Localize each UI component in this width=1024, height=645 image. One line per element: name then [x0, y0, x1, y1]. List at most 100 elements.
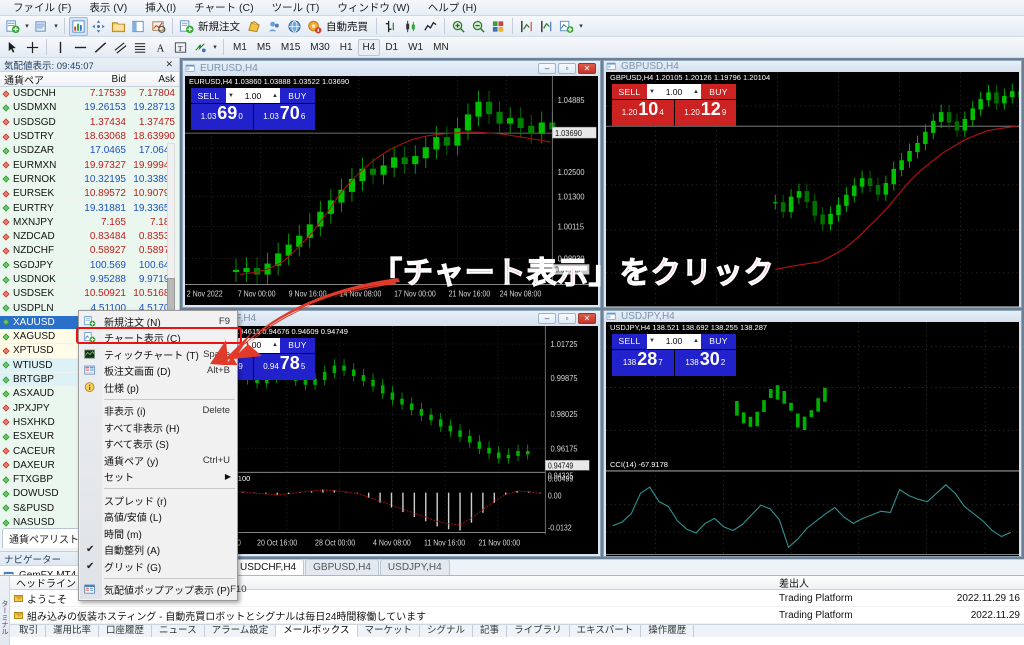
market-watch-row[interactable]: USDTRY 18.63068 18.63990 — [0, 129, 179, 145]
context-menu-item-s[interactable]: すべて表示 (S) — [79, 436, 237, 453]
market-watch-context-menu[interactable]: 新規注文 (N) F9 チャート表示 (C) ティックチャート (T) Space 板注文… — [78, 310, 246, 601]
fibonacci-icon[interactable] — [131, 38, 150, 57]
one-click-trading-eurusd[interactable]: SELL ▼ 1.00 ▲ BUY 1.03 69 0 1.03 70 6 — [191, 88, 315, 130]
buy-button-usdjpy[interactable]: BUY — [701, 333, 736, 349]
timeframe-mn[interactable]: MN — [428, 39, 454, 56]
menu-view[interactable]: 表示 (V) — [80, 0, 136, 16]
chart-canvas-usdjpy[interactable]: USDJPY,H4 138.521 138.692 138.255 138.28… — [606, 321, 1019, 557]
terminal-tab-ニュース[interactable]: ニュース — [152, 625, 205, 637]
chart-tab-usdjpy[interactable]: USDJPY,H4 — [379, 559, 450, 575]
menu-file[interactable]: ファイル (F) — [4, 0, 80, 16]
market-watch-row[interactable]: EURSEK 10.89572 10.90796 — [0, 187, 179, 202]
terminal-tab-操作履歴[interactable]: 操作履歴 — [641, 625, 695, 637]
context-menu-item-n[interactable]: 新規注文 (N) F9 — [79, 313, 237, 330]
sell-button-eurusd[interactable]: SELL — [191, 88, 226, 103]
market-watch-row[interactable]: USDZAR 17.0465 17.0645 — [0, 144, 179, 159]
sell-price-usdjpy[interactable]: 138 28 7 — [612, 349, 674, 376]
volume-value-usdchf[interactable]: 1.00 — [245, 340, 262, 350]
minimize-button-eurusd[interactable]: – — [538, 63, 556, 74]
market-watch-row[interactable]: USDNOK 9.95288 9.97197 — [0, 272, 179, 288]
chart-window-usdjpy[interactable]: USDJPY,H4 USDJPY,H4 138.521 138.692 138.… — [603, 309, 1022, 557]
one-click-trading-gbpusd[interactable]: SELL ▼ 1.00 ▲ BUY 1.20 10 4 1.20 12 9 — [612, 84, 736, 126]
terminal-tab-記事[interactable]: 記事 — [473, 625, 508, 637]
new-chart-icon[interactable] — [3, 17, 22, 36]
chart-tab-gbpusd[interactable]: GBPUSD,H4 — [305, 559, 379, 575]
context-menu-item-a[interactable]: ✔ 自動整列 (A) — [79, 542, 237, 559]
context-menu-item-c[interactable]: チャート表示 (C) — [79, 330, 237, 347]
volume-down-icon[interactable]: ▼ — [228, 93, 234, 99]
new-chart-dropdown-icon[interactable]: ▾ — [23, 22, 31, 30]
terminal-tab-運用比率[interactable]: 運用比率 — [46, 625, 100, 637]
volume-value-gbpusd[interactable]: 1.00 — [666, 87, 683, 97]
context-menu-item-p[interactable]: 仕様 (p) — [79, 379, 237, 396]
candlestick-chart-icon[interactable] — [401, 17, 420, 36]
market-watch-row[interactable]: USDSEK 10.50921 10.51689 — [0, 287, 179, 302]
context-menu-item-g[interactable]: ✔ グリッド (G) — [79, 558, 237, 575]
menu-window[interactable]: ウィンドウ (W) — [328, 0, 418, 16]
arrows-dropdown-icon[interactable]: ▾ — [211, 43, 219, 51]
line-chart-icon[interactable] — [421, 17, 440, 36]
buy-button-gbpusd[interactable]: BUY — [701, 84, 736, 99]
arrows-icon[interactable] — [191, 38, 210, 57]
table-row[interactable]: 組み込みの仮装ホスティング - 自動売買ロボットとシグナルは毎日24時間稼働して… — [10, 607, 1024, 624]
auto-trading-icon[interactable] — [305, 17, 324, 36]
menu-charts[interactable]: チャート (C) — [185, 0, 262, 16]
vps-icon[interactable] — [285, 17, 304, 36]
timeframe-m1[interactable]: M1 — [228, 39, 252, 56]
profiles-dropdown-icon[interactable]: ▾ — [52, 22, 60, 30]
volume-stepper-usdjpy[interactable]: ▼ 1.00 ▲ — [647, 333, 701, 349]
terminal-tab-マーケット[interactable]: マーケット — [358, 625, 421, 637]
chart-canvas-usdchf[interactable]: USDCHF,H4 0.94615 0.94676 0.94609 0.9474… — [185, 325, 598, 554]
buy-price-usdjpy[interactable]: 138 30 2 — [674, 349, 736, 376]
timeframe-m5[interactable]: M5 — [252, 39, 276, 56]
sell-price-gbpusd[interactable]: 1.20 10 4 — [612, 100, 674, 126]
market-watch-row[interactable]: EURTRY 19.31881 19.33654 — [0, 201, 179, 216]
context-menu-item-r[interactable]: スプレッド (r) — [79, 492, 237, 509]
timeframe-m30[interactable]: M30 — [305, 39, 334, 56]
volume-stepper-gbpusd[interactable]: ▼ 1.00 ▲ — [647, 84, 701, 99]
maximize-button-usdchf[interactable]: ▫ — [558, 312, 576, 324]
market-watch-row[interactable]: USDMXN 19.26153 19.28713 — [0, 101, 179, 116]
menu-tools[interactable]: ツール (T) — [263, 0, 329, 16]
metaeditor-icon[interactable] — [245, 17, 264, 36]
volume-up-icon[interactable]: ▲ — [693, 89, 699, 95]
timeframe-m15[interactable]: M15 — [276, 39, 305, 56]
trendline-icon[interactable] — [91, 38, 110, 57]
buy-price-usdchf[interactable]: 0.94 78 5 — [253, 353, 315, 380]
context-menu-item-l[interactable]: 高値/安値 (L) — [79, 509, 237, 526]
sell-price-eurusd[interactable]: 1.03 69 0 — [191, 104, 253, 130]
minimize-button-usdchf[interactable]: – — [538, 312, 556, 324]
context-menu-item-p[interactable]: 気配値ポップアップ表示 (P) F10 — [79, 582, 246, 599]
new-order-label[interactable]: 新規注文 — [197, 19, 244, 34]
volume-up-icon[interactable]: ▲ — [693, 338, 699, 344]
volume-stepper-eurusd[interactable]: ▼ 1.00 ▲ — [226, 88, 280, 103]
text-icon[interactable]: A — [151, 38, 170, 57]
indicators-icon[interactable] — [557, 17, 576, 36]
context-menu-item-i[interactable]: 非表示 (i) Delete — [79, 403, 237, 420]
sell-button-usdjpy[interactable]: SELL — [612, 333, 647, 349]
new-order-icon[interactable] — [177, 17, 196, 36]
timeframe-d1[interactable]: D1 — [380, 39, 403, 56]
sell-button-gbpusd[interactable]: SELL — [612, 84, 647, 99]
close-button-usdchf[interactable]: ✕ — [578, 312, 596, 324]
timeframe-h4[interactable]: H4 — [357, 38, 381, 56]
timeframe-w1[interactable]: W1 — [403, 39, 428, 56]
chart-window-usdchf[interactable]: USDCHF,H4 – ▫ ✕ USDCHF,H4 0.94615 0.9467… — [182, 309, 601, 557]
menu-help[interactable]: ヘルプ (H) — [419, 0, 486, 16]
market-watch-row[interactable]: SGDJPY 100.569 100.649 — [0, 258, 179, 273]
chart-tab-usdchf[interactable]: USDCHF,H4 — [232, 559, 305, 575]
terminal-tab-シグナル[interactable]: シグナル — [420, 625, 474, 637]
bar-chart-icon[interactable] — [381, 17, 400, 36]
timeframe-h1[interactable]: H1 — [335, 39, 358, 56]
volume-up-icon[interactable]: ▲ — [272, 342, 278, 348]
context-menu-item-m[interactable]: 時間 (m) — [79, 525, 237, 542]
terminal-tab-取引[interactable]: 取引 — [12, 625, 47, 637]
context-menu-item-[interactable]: セット ▶ — [79, 469, 237, 486]
volume-down-icon[interactable]: ▼ — [649, 89, 655, 95]
volume-down-icon[interactable]: ▼ — [649, 338, 655, 344]
volume-value-usdjpy[interactable]: 1.00 — [666, 336, 683, 346]
context-menu-item-d[interactable]: 板注文画面 (D) Alt+B — [79, 363, 237, 380]
market-watch-row[interactable]: NZDCHF 0.58927 0.58976 — [0, 244, 179, 259]
cursor-icon[interactable] — [3, 38, 22, 57]
terminal-tab-エキスパート[interactable]: エキスパート — [570, 625, 642, 637]
